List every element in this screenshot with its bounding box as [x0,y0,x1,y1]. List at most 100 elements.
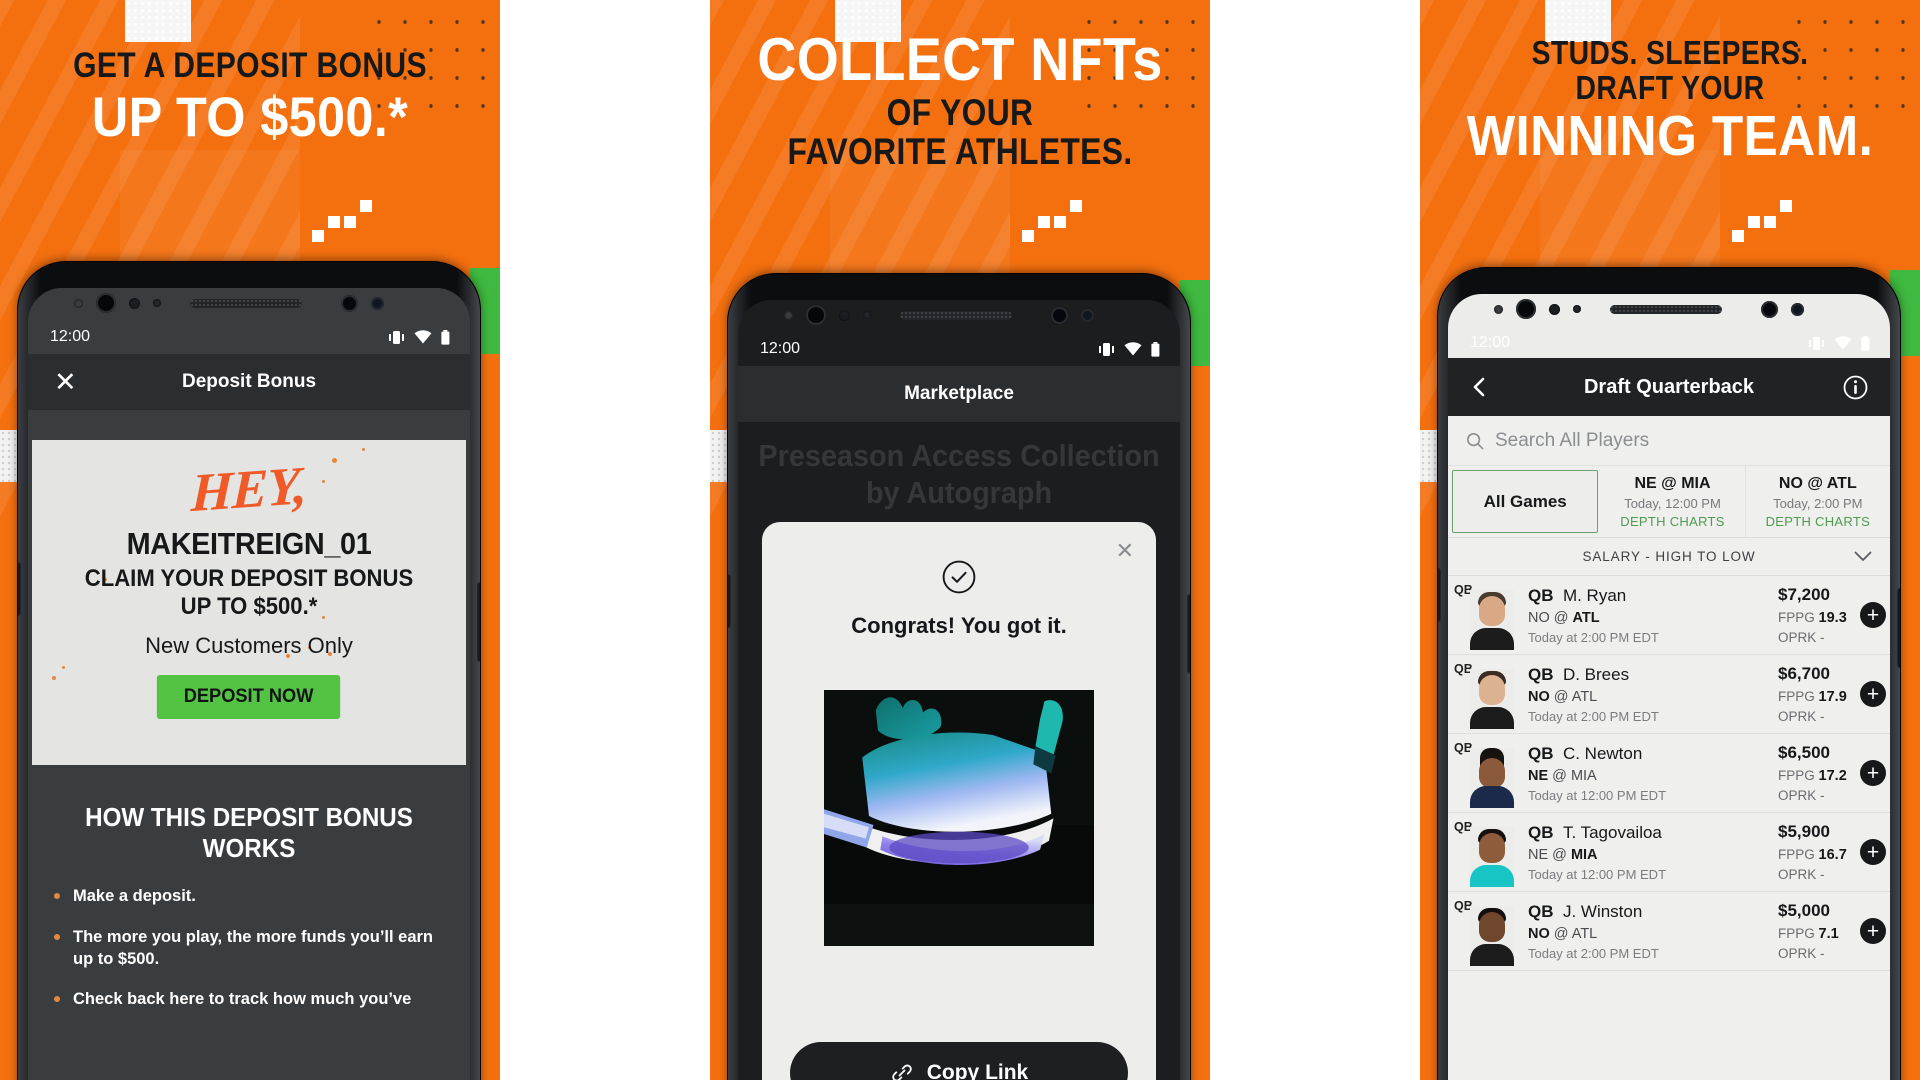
player-position: QB [1528,743,1554,763]
depth-charts-link[interactable]: DEPTH CHARTS [1766,514,1870,529]
navbar-title: Deposit Bonus [181,371,317,392]
promo-content: HEY, MAKEITREIGN_01 CLAIM YOUR DEPOSIT B… [32,440,466,719]
game-tab-label: NE @ MIA [1634,474,1711,492]
bullet-text: The more you play, the more funds you’ll… [73,927,434,968]
volume-button[interactable] [728,574,731,628]
power-button[interactable] [1897,588,1900,668]
search-input[interactable]: Search All Players [1448,416,1890,466]
iris-scanner-icon [1761,300,1778,318]
depth-charts-link[interactable]: DEPTH CHARTS [1620,514,1724,529]
sensor-dot-icon [74,298,83,308]
player-info: QB J. Winston NO @ ATL Today at 2:00 PM … [1528,902,1778,961]
game-tab-all-games[interactable]: All Games [1452,470,1599,533]
navbar-title: Draft Quarterback [1583,375,1755,398]
sensor-icon [1549,303,1560,315]
list-item: Make a deposit. [54,885,444,907]
player-position: QB [1528,664,1554,684]
phone-screen-3: 12:00 Draft Quarterback Search All Playe… [1448,294,1890,1080]
vibrate-icon [1099,342,1114,356]
promo-code: MAKEITREIGN_01 [126,526,372,561]
player-info: QB C. Newton NE @ MIA Today at 12:00 PM … [1528,744,1778,803]
volume-button[interactable] [1438,568,1441,622]
info-icon[interactable] [1843,375,1868,400]
led-indicator-icon [1081,308,1094,322]
collection-name: Preseason Access Collection [758,438,1160,473]
pixel-steps-decoration [1022,200,1092,244]
power-button[interactable] [1187,594,1190,674]
promo-line-2: UP TO $500.* [180,593,318,620]
add-player-button[interactable]: + [1860,602,1886,628]
headline-line-2: UP TO $500.* [91,85,409,148]
headline-line-2: OF YOUR [886,92,1034,134]
deposit-now-button[interactable]: DEPOSIT NOW [157,675,341,719]
game-tab-ne-mia[interactable]: NE @ MIA Today, 12:00 PM DEPTH CHARTS [1600,466,1746,537]
phone-bezel: 12:00 Marketplace Preseason Access Colle… [738,300,1180,1080]
success-check-wrap [762,522,1156,599]
earpiece-speaker-icon [900,310,1012,320]
status-time: 12:00 [760,340,801,357]
table-row[interactable]: QB QB T. Tagovailoa NE @ MIA Today at 12… [1448,813,1890,892]
sensor-small-icon [153,299,161,307]
phone-sensor-row [1448,294,1890,324]
close-icon[interactable]: ✕ [1116,540,1134,562]
player-fullname: D. Brees [1562,664,1630,684]
add-player-button[interactable]: + [1860,681,1886,707]
game-time: Today at 2:00 PM EDT [1528,945,1659,961]
link-icon [891,1064,912,1080]
player-oprk: OPRK - [1778,630,1825,645]
wifi-icon [1834,336,1852,350]
away-team: NO [1528,925,1550,942]
add-player-button[interactable]: + [1860,918,1886,944]
away-team: NE [1528,767,1549,784]
gallery-gap [1210,0,1420,1080]
bullet-dot-icon [54,996,60,1003]
player-name: QB M. Ryan [1528,586,1778,606]
volume-button[interactable] [18,562,21,616]
home-team: ATL [1572,609,1600,626]
player-fullname: T. Tagovailoa [1562,822,1662,842]
player-matchup: NO @ ATL [1528,609,1600,626]
halftone-square [125,0,191,42]
player-position: QB [1528,822,1554,842]
game-time: Today at 12:00 PM EDT [1528,866,1667,882]
table-row[interactable]: QB QB J. Winston NO @ ATL Today at 2:00 … [1448,892,1890,971]
player-info: QB M. Ryan NO @ ATL Today at 2:00 PM EDT [1528,586,1778,645]
sort-selector[interactable]: SALARY - HIGH TO LOW [1448,538,1890,576]
navbar-title: Marketplace [904,383,1014,404]
game-time: Today at 2:00 PM EDT [1528,629,1659,645]
chevron-down-icon [1854,551,1872,561]
player-list[interactable]: QB QB M. Ryan NO @ ATL Today at 2:00 PM … [1448,576,1890,1080]
bullet-text: Make a deposit. [73,887,196,906]
status-time: 12:00 [50,328,91,345]
bullet-dot-icon [54,893,60,900]
vibrate-icon [389,330,404,344]
copy-link-button[interactable]: Copy Link [790,1042,1128,1080]
power-button[interactable] [477,582,480,662]
front-camera-icon [1516,299,1536,319]
iris-scanner-icon [1051,306,1068,324]
sort-label: SALARY - HIGH TO LOW [1582,549,1756,564]
table-row[interactable]: QB QB C. Newton NE @ MIA Today at 12:00 … [1448,734,1890,813]
phone-bezel: 12:00 ✕ Deposit Bonus HEY, MAKEITREIGN_0… [28,288,470,1080]
sensor-small-icon [1573,305,1581,313]
chevron-left-icon[interactable] [1470,377,1490,397]
phone-mockup-3: 12:00 Draft Quarterback Search All Playe… [1438,268,1900,1080]
front-camera-icon [806,305,826,325]
nft-artwork [824,690,1094,946]
status-bar-3: 12:00 [1448,326,1890,360]
game-filter-tabs: All Games NE @ MIA Today, 12:00 PM DEPTH… [1448,466,1890,538]
table-row[interactable]: QB QB M. Ryan NO @ ATL Today at 2:00 PM … [1448,576,1890,655]
game-tab-no-atl[interactable]: NO @ ATL Today, 2:00 PM DEPTH CHARTS [1746,466,1890,537]
add-player-button[interactable]: + [1860,760,1886,786]
congrats-message: Congrats! You got it. [851,613,1067,638]
screenshot-gallery: GET A DEPOSIT BONUS UP TO $500.* 12:00 ✕… [0,0,1920,1080]
add-player-button[interactable]: + [1860,839,1886,865]
pixel-steps-decoration [312,200,382,244]
close-icon[interactable]: ✕ [54,368,77,396]
player-oprk: OPRK - [1778,867,1825,882]
table-row[interactable]: QB QB D. Brees NO @ ATL Today at 2:00 PM… [1448,655,1890,734]
gallery-gap [500,0,710,1080]
headline-line-3: FAVORITE ATHLETES. [787,131,1133,173]
player-info: QB D. Brees NO @ ATL Today at 2:00 PM ED… [1528,665,1778,724]
home-team: MIA [1570,846,1598,863]
